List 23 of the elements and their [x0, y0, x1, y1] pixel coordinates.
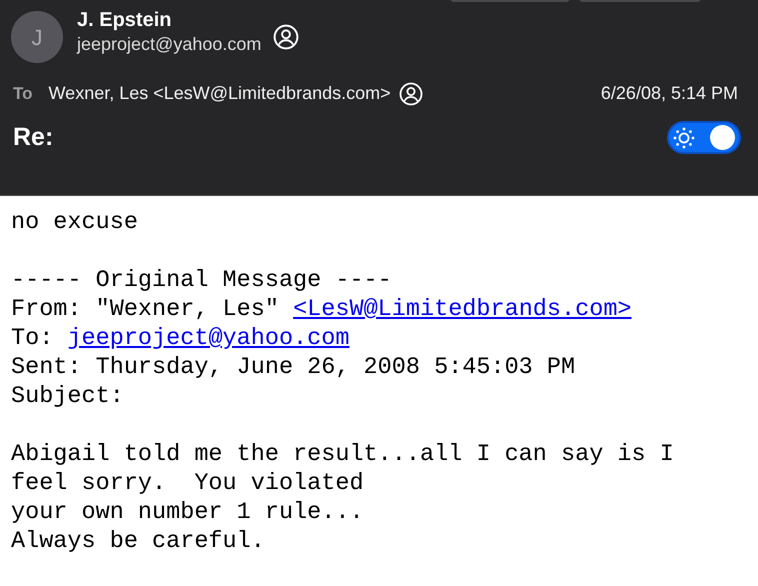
subject: Re:	[13, 122, 54, 153]
message-line: Abigail told me the result...all I can say is I	[11, 441, 674, 468]
to-label: To	[13, 82, 33, 105]
message-line: ----- Original Message ----	[11, 267, 392, 294]
sender-name: J. Epstein	[77, 8, 172, 32]
email-link[interactable]: jeeproject@yahoo.com	[67, 325, 350, 352]
message-date: 6/26/08, 5:14 PM	[600, 82, 738, 105]
message-line: feel sorry. You violated	[11, 470, 364, 497]
sun-icon	[673, 126, 695, 149]
message-line: no excuse	[11, 209, 138, 236]
contact-icon[interactable]	[398, 82, 423, 106]
recipient: Wexner, Les <LesW@Limitedbrands.com>	[48, 82, 391, 105]
message-line: Subject:	[11, 383, 124, 410]
email-link[interactable]: <LesW@Limitedbrands.com>	[293, 296, 632, 323]
message-line: Sent: Thursday, June 26, 2008 5:45:03 PM	[11, 354, 576, 381]
light-background-toggle[interactable]	[667, 121, 741, 154]
message-line: From: "Wexner, Les"	[11, 296, 279, 323]
sender-email: jeeproject@yahoo.com	[77, 33, 262, 56]
message-line: your own number 1 rule...	[11, 499, 364, 526]
contact-icon[interactable]	[273, 24, 300, 50]
message-line: Always be careful.	[11, 528, 265, 555]
avatar: J	[11, 11, 63, 63]
message-line: To:	[11, 325, 54, 352]
